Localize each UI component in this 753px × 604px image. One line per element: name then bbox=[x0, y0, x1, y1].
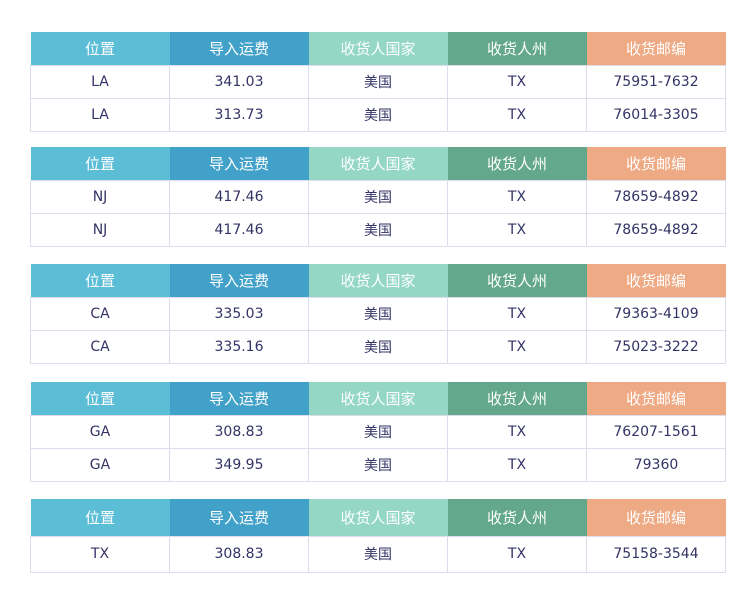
shipping-table-5: 位置 导入运费 收货人国家 收货人州 收货邮编 TX 308.83 美国 TX … bbox=[30, 499, 726, 573]
table-header-row: 位置 导入运费 收货人国家 收货人州 收货邮编 bbox=[30, 382, 726, 415]
cell-import-freight: 349.95 bbox=[169, 447, 309, 482]
cell-location: GA bbox=[30, 414, 170, 449]
cell-consignee-zip: 75023-3222 bbox=[586, 329, 726, 364]
shipping-table-1: 位置 导入运费 收货人国家 收货人州 收货邮编 LA 341.03 美国 TX … bbox=[30, 32, 726, 132]
header-consignee-state: 收货人州 bbox=[447, 264, 587, 297]
header-consignee-country: 收货人国家 bbox=[308, 264, 448, 297]
cell-consignee-country: 美国 bbox=[308, 64, 448, 99]
header-consignee-country: 收货人国家 bbox=[308, 32, 448, 65]
header-consignee-country: 收货人国家 bbox=[308, 499, 448, 536]
cell-consignee-state: TX bbox=[447, 329, 587, 364]
cell-location: NJ bbox=[30, 179, 170, 214]
cell-consignee-zip: 76207-1561 bbox=[586, 414, 726, 449]
header-consignee-state: 收货人州 bbox=[447, 32, 587, 65]
cell-consignee-zip: 78659-4892 bbox=[586, 179, 726, 214]
header-import-freight: 导入运费 bbox=[169, 382, 309, 415]
cell-location: NJ bbox=[30, 212, 170, 247]
table-row: TX 308.83 美国 TX 75158-3544 bbox=[30, 535, 726, 573]
cell-import-freight: 341.03 bbox=[169, 64, 309, 99]
header-location: 位置 bbox=[30, 264, 170, 297]
cell-location: TX bbox=[30, 535, 170, 573]
cell-import-freight: 417.46 bbox=[169, 212, 309, 247]
cell-consignee-state: TX bbox=[447, 414, 587, 449]
table-row: NJ 417.46 美国 TX 78659-4892 bbox=[30, 212, 726, 247]
cell-consignee-country: 美国 bbox=[308, 97, 448, 132]
cell-consignee-country: 美国 bbox=[308, 414, 448, 449]
table-row: LA 313.73 美国 TX 76014-3305 bbox=[30, 97, 726, 132]
cell-consignee-state: TX bbox=[447, 535, 587, 573]
header-import-freight: 导入运费 bbox=[169, 147, 309, 180]
shipping-table-2: 位置 导入运费 收货人国家 收货人州 收货邮编 NJ 417.46 美国 TX … bbox=[30, 147, 726, 247]
header-consignee-state: 收货人州 bbox=[447, 147, 587, 180]
cell-consignee-state: TX bbox=[447, 296, 587, 331]
header-location: 位置 bbox=[30, 499, 170, 536]
shipping-table-4: 位置 导入运费 收货人国家 收货人州 收货邮编 GA 308.83 美国 TX … bbox=[30, 382, 726, 482]
cell-consignee-zip: 79360 bbox=[586, 447, 726, 482]
table-header-row: 位置 导入运费 收货人国家 收货人州 收货邮编 bbox=[30, 32, 726, 65]
header-consignee-zip: 收货邮编 bbox=[586, 147, 726, 180]
table-row: CA 335.03 美国 TX 79363-4109 bbox=[30, 296, 726, 331]
table-header-row: 位置 导入运费 收货人国家 收货人州 收货邮编 bbox=[30, 147, 726, 180]
cell-consignee-zip: 76014-3305 bbox=[586, 97, 726, 132]
header-import-freight: 导入运费 bbox=[169, 32, 309, 65]
shipping-table-3: 位置 导入运费 收货人国家 收货人州 收货邮编 CA 335.03 美国 TX … bbox=[30, 264, 726, 364]
header-consignee-zip: 收货邮编 bbox=[586, 264, 726, 297]
cell-consignee-zip: 79363-4109 bbox=[586, 296, 726, 331]
cell-consignee-country: 美国 bbox=[308, 212, 448, 247]
cell-consignee-state: TX bbox=[447, 447, 587, 482]
cell-location: CA bbox=[30, 296, 170, 331]
header-import-freight: 导入运费 bbox=[169, 264, 309, 297]
table-row: GA 308.83 美国 TX 76207-1561 bbox=[30, 414, 726, 449]
table-header-row: 位置 导入运费 收货人国家 收货人州 收货邮编 bbox=[30, 499, 726, 536]
header-consignee-zip: 收货邮编 bbox=[586, 499, 726, 536]
cell-consignee-country: 美国 bbox=[308, 296, 448, 331]
header-consignee-country: 收货人国家 bbox=[308, 382, 448, 415]
header-location: 位置 bbox=[30, 32, 170, 65]
cell-consignee-country: 美国 bbox=[308, 179, 448, 214]
cell-consignee-country: 美国 bbox=[308, 447, 448, 482]
cell-consignee-zip: 75158-3544 bbox=[586, 535, 726, 573]
cell-consignee-country: 美国 bbox=[308, 535, 448, 573]
header-consignee-state: 收货人州 bbox=[447, 382, 587, 415]
header-location: 位置 bbox=[30, 147, 170, 180]
cell-consignee-zip: 78659-4892 bbox=[586, 212, 726, 247]
table-row: LA 341.03 美国 TX 75951-7632 bbox=[30, 64, 726, 99]
cell-location: LA bbox=[30, 64, 170, 99]
table-header-row: 位置 导入运费 收货人国家 收货人州 收货邮编 bbox=[30, 264, 726, 297]
cell-location: CA bbox=[30, 329, 170, 364]
cell-import-freight: 335.16 bbox=[169, 329, 309, 364]
header-consignee-country: 收货人国家 bbox=[308, 147, 448, 180]
cell-location: LA bbox=[30, 97, 170, 132]
table-row: GA 349.95 美国 TX 79360 bbox=[30, 447, 726, 482]
cell-consignee-country: 美国 bbox=[308, 329, 448, 364]
table-row: CA 335.16 美国 TX 75023-3222 bbox=[30, 329, 726, 364]
header-import-freight: 导入运费 bbox=[169, 499, 309, 536]
cell-location: GA bbox=[30, 447, 170, 482]
cell-import-freight: 335.03 bbox=[169, 296, 309, 331]
cell-import-freight: 308.83 bbox=[169, 535, 309, 573]
header-consignee-zip: 收货邮编 bbox=[586, 382, 726, 415]
cell-consignee-zip: 75951-7632 bbox=[586, 64, 726, 99]
cell-import-freight: 417.46 bbox=[169, 179, 309, 214]
cell-consignee-state: TX bbox=[447, 179, 587, 214]
cell-consignee-state: TX bbox=[447, 97, 587, 132]
cell-import-freight: 308.83 bbox=[169, 414, 309, 449]
header-consignee-state: 收货人州 bbox=[447, 499, 587, 536]
cell-import-freight: 313.73 bbox=[169, 97, 309, 132]
cell-consignee-state: TX bbox=[447, 64, 587, 99]
cell-consignee-state: TX bbox=[447, 212, 587, 247]
header-location: 位置 bbox=[30, 382, 170, 415]
header-consignee-zip: 收货邮编 bbox=[586, 32, 726, 65]
table-row: NJ 417.46 美国 TX 78659-4892 bbox=[30, 179, 726, 214]
